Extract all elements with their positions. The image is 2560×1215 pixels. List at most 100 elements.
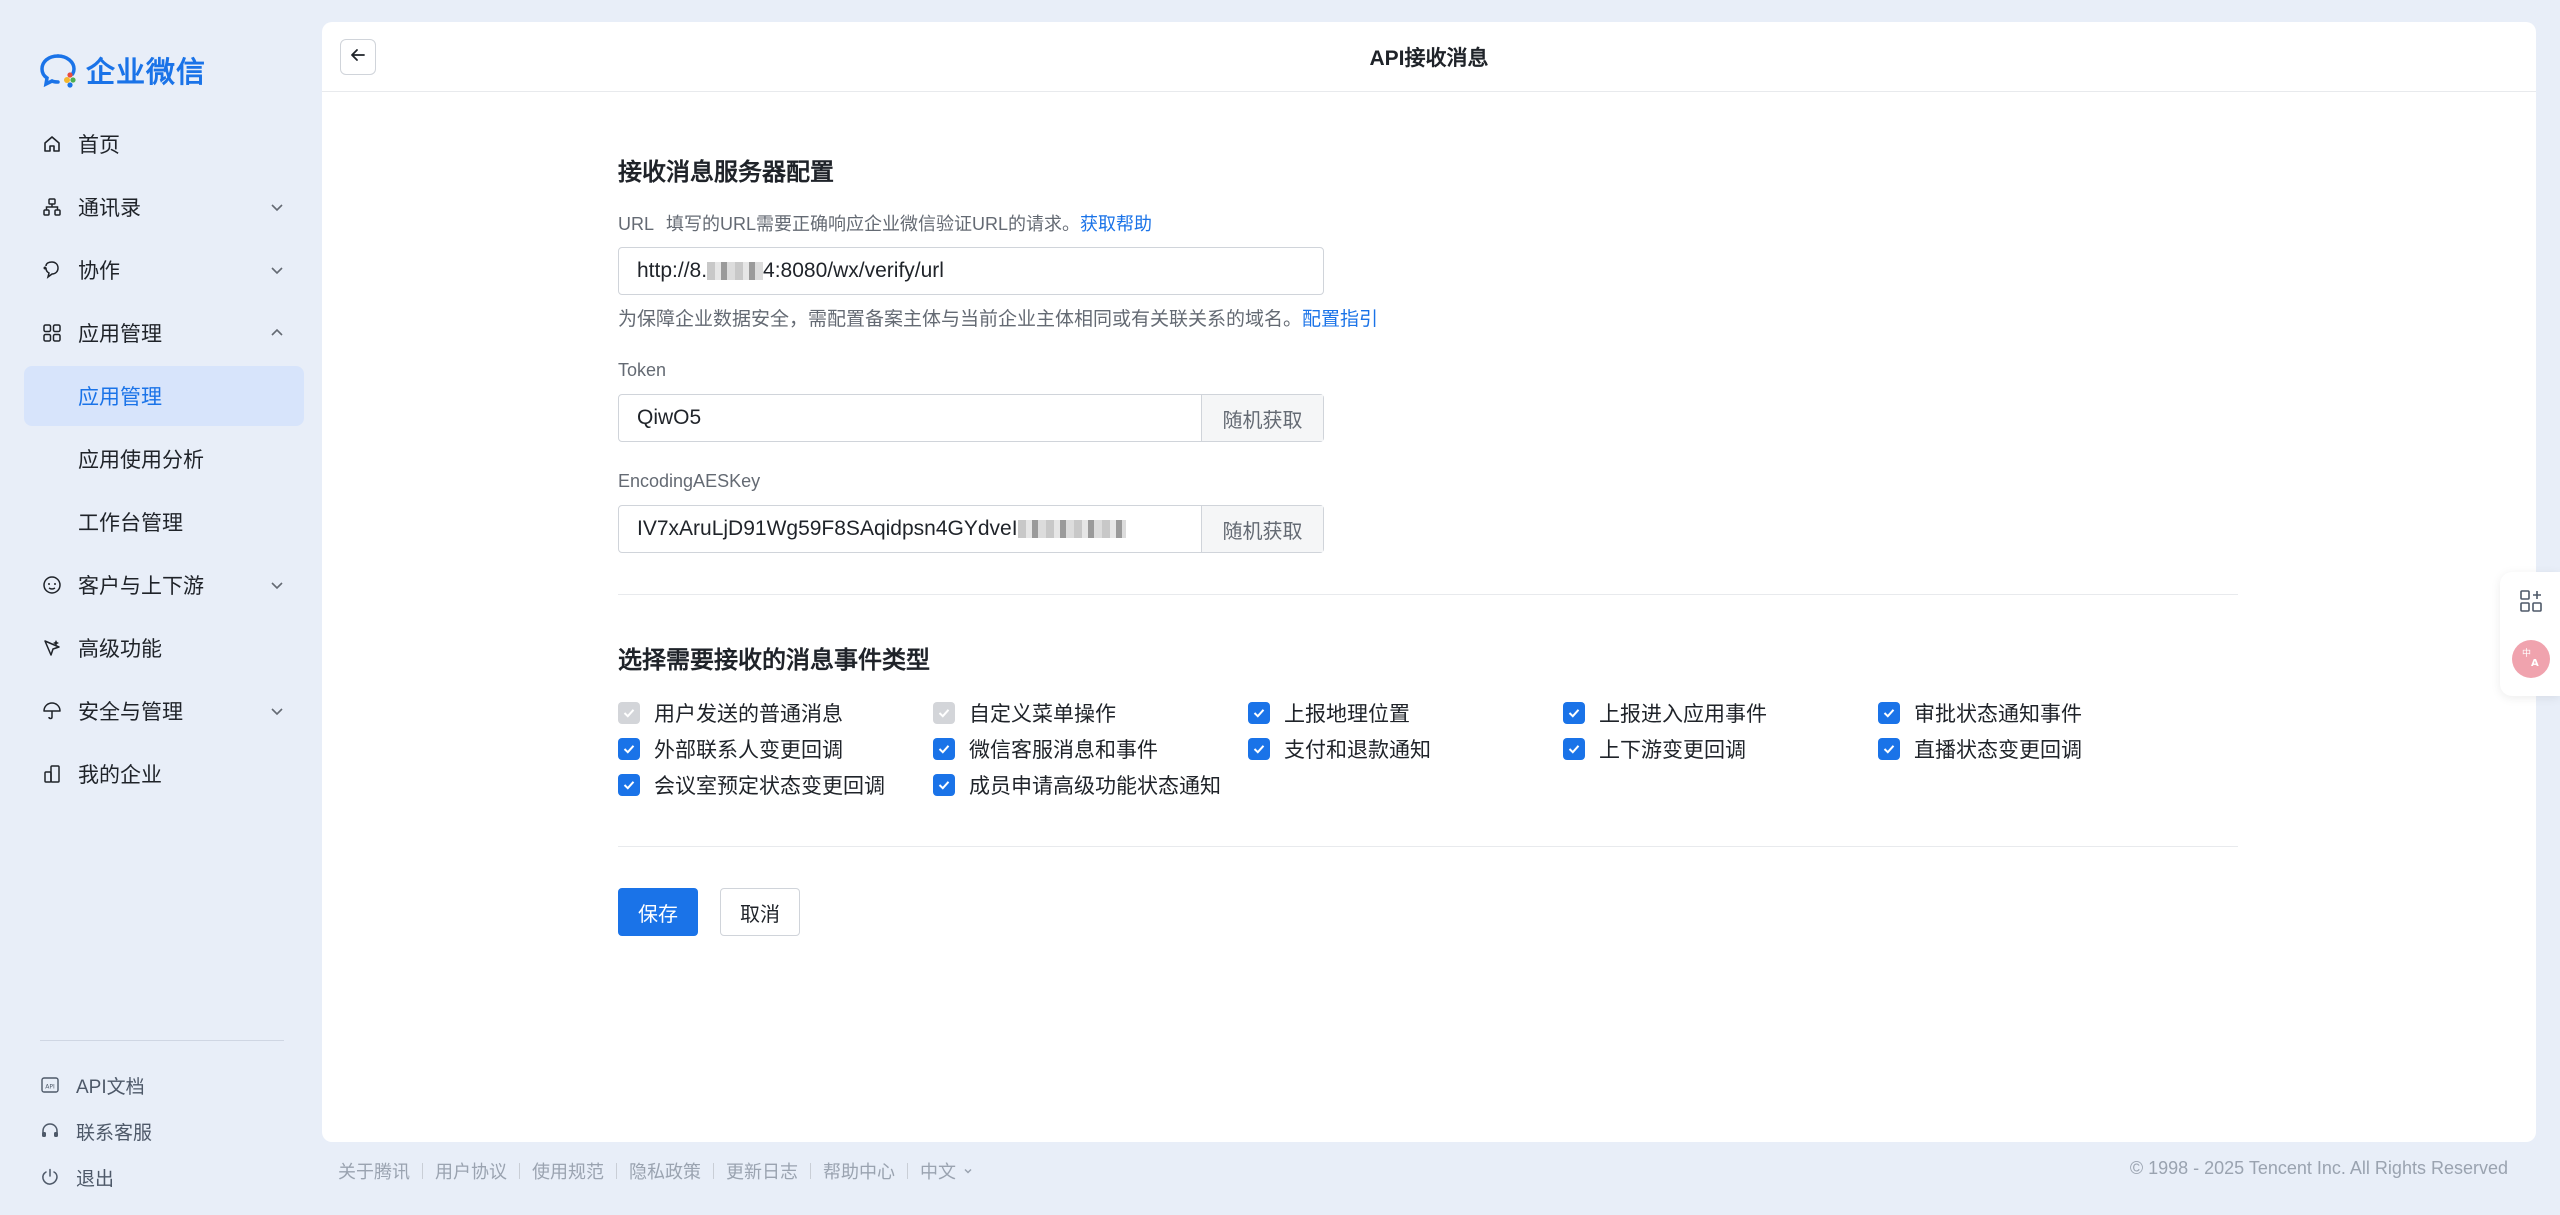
aes-key-input[interactable]: IV7xAruLjD91Wg59F8SAqidpsn4GYdveI 随机获取	[618, 505, 1324, 553]
footer-link-about[interactable]: 关于腾讯	[338, 1158, 410, 1184]
sidebar-nav: 首页 通讯录 协作 应用管理 应用管理 应用使用分析 工作台管理 客户与上下游 …	[24, 114, 304, 807]
headset-icon	[40, 1121, 60, 1141]
token-random-button[interactable]: 随机获取	[1201, 395, 1323, 441]
add-widget-button[interactable]	[2512, 584, 2550, 622]
event-label: 微信客服消息和事件	[969, 739, 1158, 762]
sidebar-subitem-workbench-management[interactable]: 工作台管理	[24, 492, 304, 552]
token-value: QiwO5	[637, 406, 702, 429]
footer-separator	[422, 1163, 423, 1179]
checkbox-checked-disabled	[618, 702, 640, 724]
apps-grid-icon	[42, 323, 62, 343]
checkbox-checked	[933, 774, 955, 796]
sidebar-item-label: 应用管理	[78, 386, 162, 409]
sidebar-item-home[interactable]: 首页	[24, 114, 304, 174]
event-checkbox-approval[interactable]: 审批状态通知事件	[1878, 700, 2193, 726]
api-doc-label: API文档	[76, 1076, 145, 1098]
footer-separator	[907, 1163, 908, 1179]
sidebar-item-collab[interactable]: 协作	[24, 240, 304, 300]
url-input[interactable]: http://8. 4:8080/wx/verify/url	[618, 247, 1324, 295]
api-doc-link[interactable]: API API文档	[40, 1062, 152, 1108]
sidebar: 企业微信 首页 通讯录 协作 应用管理 应用管理 应用使用分析 工作台管理 客户…	[0, 0, 320, 1215]
sidebar-item-label: 客户与上下游	[78, 575, 204, 598]
logout-link[interactable]: 退出	[40, 1154, 152, 1200]
footer-link-user-agreement[interactable]: 用户协议	[435, 1158, 507, 1184]
sidebar-item-my-enterprise[interactable]: 我的企业	[24, 744, 304, 804]
checkbox-checked	[1563, 738, 1585, 760]
event-checkbox-payment[interactable]: 支付和退款通知	[1248, 736, 1563, 762]
checkbox-checked	[1878, 738, 1900, 760]
chevron-down-icon	[962, 1165, 974, 1177]
event-label: 用户发送的普通消息	[654, 703, 843, 726]
sidebar-item-app-management[interactable]: 应用管理	[24, 303, 304, 363]
event-label: 直播状态变更回调	[1914, 739, 2082, 762]
sidebar-item-label: 工作台管理	[78, 512, 183, 535]
event-checkbox-normal-message[interactable]: 用户发送的普通消息	[618, 700, 933, 726]
language-label: 中文	[920, 1162, 956, 1182]
footer-link-changelog[interactable]: 更新日志	[726, 1158, 798, 1184]
sidebar-item-label: 高级功能	[78, 638, 162, 661]
translate-icon: 中A	[2518, 644, 2544, 675]
event-checkbox-upstream-downstream[interactable]: 上下游变更回调	[1563, 736, 1878, 762]
redacted-mask	[707, 262, 764, 281]
event-checkbox-wechat-kf[interactable]: 微信客服消息和事件	[933, 736, 1248, 762]
token-input[interactable]: QiwO5 随机获取	[618, 394, 1324, 442]
chevron-down-icon	[268, 702, 286, 720]
aes-key-visible-text: IV7xAruLjD91Wg59F8SAqidpsn4GYdveI	[637, 517, 1018, 540]
event-label: 自定义菜单操作	[969, 703, 1116, 726]
home-icon	[42, 134, 62, 154]
event-label: 上报地理位置	[1284, 703, 1410, 726]
token-label: Token	[618, 360, 667, 380]
event-label: 成员申请高级功能状态通知	[969, 775, 1221, 798]
power-icon	[40, 1167, 60, 1187]
checkbox-checked	[1878, 702, 1900, 724]
copyright-text: © 1998 - 2025 Tencent Inc. All Rights Re…	[2129, 1158, 2508, 1178]
footer-link-usage-rules[interactable]: 使用规范	[532, 1158, 604, 1184]
url-value-suffix: 4:8080/wx/verify/url	[763, 259, 944, 282]
sidebar-item-label: 协作	[78, 260, 120, 283]
sidebar-subitem-app-usage-analysis[interactable]: 应用使用分析	[24, 429, 304, 489]
checkbox-checked	[1248, 702, 1270, 724]
translate-button[interactable]: 中A	[2512, 640, 2550, 678]
contact-support-link[interactable]: 联系客服	[40, 1108, 152, 1154]
sidebar-item-label: 我的企业	[78, 764, 162, 787]
contact-support-label: 联系客服	[76, 1122, 153, 1144]
event-label: 上下游变更回调	[1599, 739, 1746, 762]
event-checkbox-meeting-room[interactable]: 会议室预定状态变更回调	[618, 772, 933, 798]
event-checkbox-location[interactable]: 上报地理位置	[1248, 700, 1563, 726]
checkbox-checked	[1563, 702, 1585, 724]
event-checkbox-live-status[interactable]: 直播状态变更回调	[1878, 736, 2193, 762]
event-label: 支付和退款通知	[1284, 739, 1431, 762]
brand-logo[interactable]: 企业微信	[38, 50, 206, 90]
footer-separator	[810, 1163, 811, 1179]
logout-label: 退出	[76, 1168, 115, 1190]
customer-icon	[42, 575, 62, 595]
language-selector[interactable]: 中文	[920, 1158, 974, 1184]
footer-separator	[616, 1163, 617, 1179]
get-help-link[interactable]: 获取帮助	[1080, 214, 1152, 234]
footer-link-help-center[interactable]: 帮助中心	[823, 1158, 895, 1184]
sidebar-item-label: 通讯录	[78, 197, 141, 220]
redacted-mask	[1017, 520, 1126, 539]
aes-key-value: IV7xAruLjD91Wg59F8SAqidpsn4GYdveI	[619, 517, 1201, 541]
sidebar-item-customers[interactable]: 客户与上下游	[24, 555, 304, 615]
chevron-down-icon	[268, 198, 286, 216]
event-label: 上报进入应用事件	[1599, 703, 1767, 726]
event-checkbox-custom-menu[interactable]: 自定义菜单操作	[933, 700, 1248, 726]
sidebar-item-contacts[interactable]: 通讯录	[24, 177, 304, 237]
event-types-title: 选择需要接收的消息事件类型	[618, 647, 930, 674]
event-checkbox-advanced-feature-request[interactable]: 成员申请高级功能状态通知	[933, 772, 1248, 798]
checkbox-checked-disabled	[933, 702, 955, 724]
sidebar-item-advanced[interactable]: 高级功能	[24, 618, 304, 678]
event-checkbox-external-contact[interactable]: 外部联系人变更回调	[618, 736, 933, 762]
footer-link-privacy[interactable]: 隐私政策	[629, 1158, 701, 1184]
sidebar-item-security[interactable]: 安全与管理	[24, 681, 304, 741]
event-checkbox-enter-app[interactable]: 上报进入应用事件	[1563, 700, 1878, 726]
save-button[interactable]: 保存	[618, 888, 698, 936]
cancel-button[interactable]: 取消	[720, 888, 800, 936]
aes-key-random-button[interactable]: 随机获取	[1201, 506, 1323, 552]
config-guide-link[interactable]: 配置指引	[1302, 309, 1378, 330]
sidebar-subitem-app-management[interactable]: 应用管理	[24, 366, 304, 426]
url-field-label: URL 填写的URL需要正确响应企业微信验证URL的请求。获取帮助	[618, 210, 1152, 236]
checkbox-checked	[933, 738, 955, 760]
api-doc-icon: API	[40, 1075, 60, 1095]
